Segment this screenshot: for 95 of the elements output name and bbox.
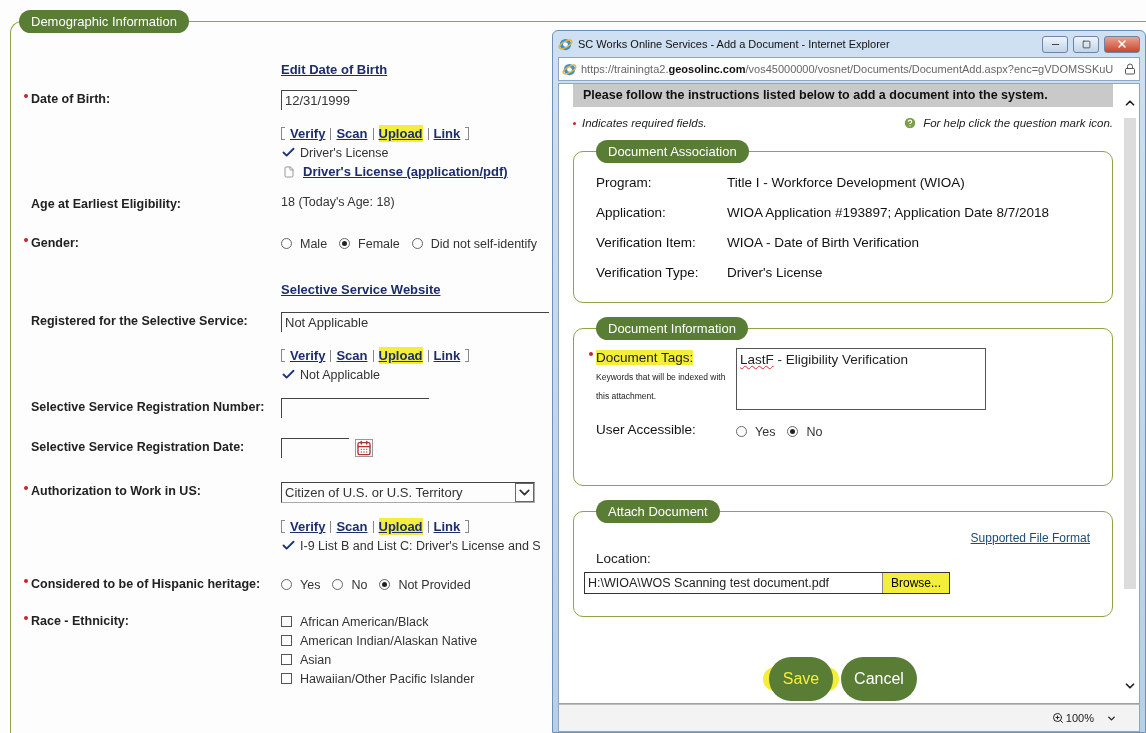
check-icon (281, 538, 296, 553)
page-link[interactable]: Edit Date of Birth (281, 61, 388, 78)
action-link[interactable]: Upload (378, 125, 423, 142)
option-label: Hawaiian/Other Pacific Islander (300, 671, 475, 686)
field-label: Selective Service Registration Date: (31, 439, 246, 456)
url-text: https://trainingta2.geosolinc.com/vos45000000/vosnet/Documents/DocumentAdd.aspx?enc=gVDOMSSKuU (581, 63, 1115, 75)
address-bar[interactable]: https://trainingta2.geosolinc.com/vos45000000/vosnet/Documents/DocumentAdd.aspx?enc=gVDOMSSKuU (558, 57, 1140, 81)
hint-text: Keywords that will be indexed with this attachment. (596, 371, 727, 403)
section-title: Document Association (596, 140, 749, 163)
field-label: Considered to be of Hispanic heritage: (31, 576, 262, 593)
action-link[interactable]: Verify (290, 518, 326, 535)
field-value: WIOA - Date of Birth Verification (727, 235, 921, 250)
calendar-icon[interactable] (355, 439, 373, 457)
browse-button[interactable]: Browse... (882, 573, 949, 593)
field-label: Registered for the Selective Service: (31, 313, 249, 330)
section-title: Document Information (596, 317, 748, 340)
page-link[interactable]: Selective Service Website (281, 281, 441, 298)
checkbox[interactable] (281, 673, 292, 684)
action-link[interactable]: Upload (378, 347, 423, 364)
action-link[interactable]: Link (433, 125, 461, 142)
instructions-text: Please follow the instructions listed below to add a document into the system. (573, 84, 1113, 107)
action-link[interactable]: Upload (378, 518, 423, 535)
action-link[interactable]: Scan (336, 347, 368, 364)
option-label: Did not self-identify (430, 236, 538, 251)
window-title: SC Works Online Services - Add a Document - Internet Explorer (578, 38, 891, 50)
close-icon (1116, 38, 1128, 50)
field-label: Authorization to Work in US: (31, 483, 202, 500)
help-note: For help click the question mark icon. (923, 117, 1113, 129)
action-link[interactable]: Link (433, 518, 461, 535)
zoom-control[interactable]: 100% (1051, 712, 1094, 724)
zoom-icon (1051, 712, 1064, 724)
action-link[interactable]: Verify (290, 125, 326, 142)
browser-logo-icon (562, 61, 577, 77)
field-label: Program: (596, 175, 653, 190)
action-link[interactable]: Scan (336, 518, 368, 535)
action-link[interactable]: Verify (290, 347, 326, 364)
option-label: American Indian/Alaskan Native (300, 633, 478, 648)
option-label: Male (300, 236, 328, 251)
field-label: Verification Type: (596, 265, 700, 280)
section-title: Demographic Information (19, 10, 189, 33)
maximize-button[interactable] (1073, 35, 1099, 53)
date-field[interactable] (281, 438, 349, 458)
field-value: WIOA Application #193897; Application Date 8/7/2018 (727, 205, 1050, 220)
field-label: Application: (596, 205, 667, 220)
verified-text: Driver's License (300, 145, 389, 160)
option-label: Asian (300, 652, 332, 667)
field-label: Gender: (31, 235, 80, 252)
checkbox[interactable] (281, 654, 292, 665)
file-icon (283, 165, 295, 178)
date-field[interactable]: 12/31/1999 (281, 90, 357, 110)
verified-text: I-9 List B and List C: Driver's License and S (300, 538, 541, 553)
input-field[interactable]: Not Applicable (281, 312, 549, 332)
help-icon[interactable] (903, 116, 918, 130)
checkbox[interactable] (281, 635, 292, 646)
action-button[interactable]: Cancel (841, 657, 917, 701)
field-label: Document Tags: (596, 350, 694, 365)
check-icon (281, 145, 296, 160)
field-value: 18 (Today's Age: 18) (281, 195, 395, 209)
option-label: No (806, 424, 823, 439)
format-link[interactable]: Supported File Format (970, 531, 1090, 545)
field-label: Selective Service Registration Number: (31, 399, 266, 416)
option-label: Yes (755, 424, 776, 439)
tags-field[interactable]: LastF - Eligibility Verification (736, 348, 986, 410)
option-label: Female (358, 236, 400, 251)
lock-icon (1124, 63, 1136, 75)
field-label: Location: (596, 551, 652, 566)
file-link[interactable]: Driver's License (application/pdf) (303, 163, 508, 180)
checkbox[interactable] (281, 616, 292, 627)
option-label: African American/Black (300, 614, 429, 629)
action-link[interactable]: Scan (336, 125, 368, 142)
option-label: No (351, 577, 368, 592)
select-field[interactable]: Citizen of U.S. or U.S. Territory (281, 482, 535, 503)
required-icon (573, 121, 576, 125)
section-title: Attach Document (596, 500, 720, 523)
input-field[interactable] (281, 398, 429, 418)
option-label: Not Provided (398, 577, 471, 592)
field-label: User Accessible: (596, 422, 697, 437)
maximize-icon (1081, 39, 1091, 49)
field-value: Driver's License (727, 265, 824, 280)
file-field[interactable]: H:\WIOA\WOS Scanning test document.pdf Browse... (584, 572, 950, 594)
field-label: Date of Birth: (31, 91, 112, 108)
minimize-button[interactable] (1042, 35, 1068, 53)
required-icon (589, 352, 593, 356)
field-label: Verification Item: (596, 235, 697, 250)
field-label: Race - Ethnicity: (31, 613, 130, 630)
required-note: Indicates required fields. (582, 117, 707, 129)
close-button[interactable] (1104, 35, 1140, 53)
dropdown-icon (515, 483, 534, 502)
browser-logo-icon (558, 36, 573, 52)
field-value: Title I - Workforce Development (WIOA) (727, 175, 966, 190)
action-link[interactable]: Link (433, 347, 461, 364)
check-icon (281, 367, 296, 382)
field-label: Age at Earliest Eligibility: (31, 196, 183, 213)
option-label: Yes (300, 577, 321, 592)
verified-text: Not Applicable (300, 367, 380, 382)
